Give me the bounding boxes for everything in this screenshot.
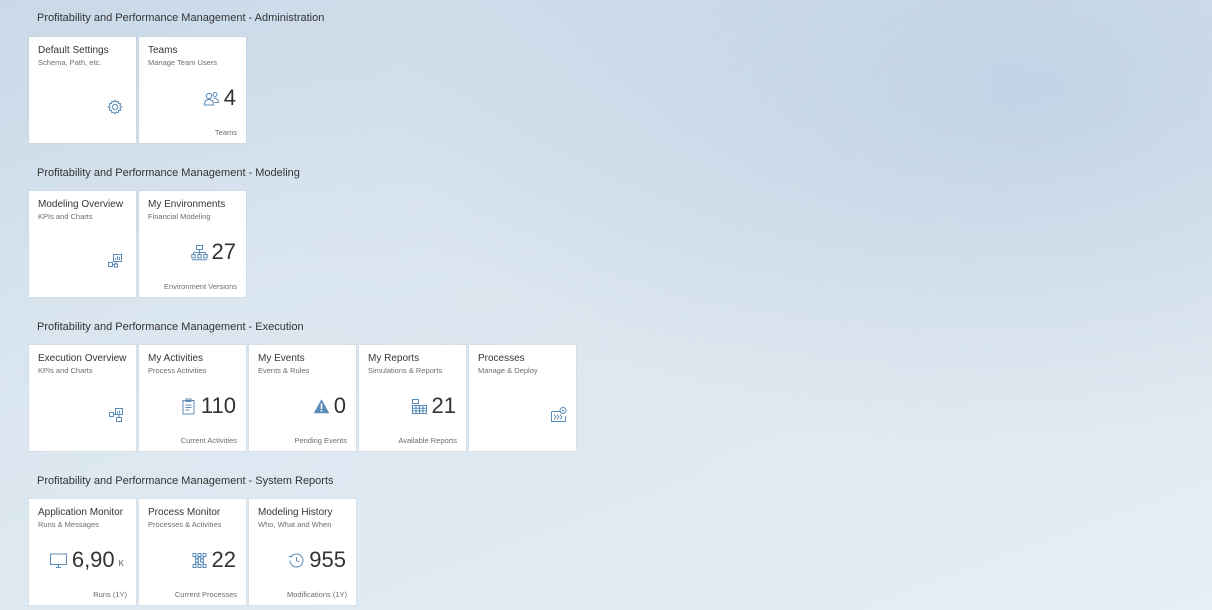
tile-subtitle: KPIs and Charts [38,366,93,375]
tile-my-environments[interactable]: My Environments Financial Modeling 27 En… [139,191,246,297]
history-icon [288,552,305,569]
tile-footer: Environment Versions [164,282,237,291]
tile-title: Processes [478,353,525,364]
kpi-value: 6,90 [71,547,115,572]
overview-chart-icon [107,253,123,269]
kpi-unit: K [118,559,124,568]
tile-title: Execution Overview [38,353,127,364]
kpi: 21 [411,395,456,417]
tile-title: My Environments [148,199,226,210]
network-icon [191,552,208,569]
kpi: 110 [180,395,236,417]
tile-application-monitor[interactable]: Application Monitor Runs & Messages 6,90… [29,499,136,605]
execution-overview-icon [108,407,124,423]
tile-title: Process Monitor [148,507,221,518]
tile-subtitle: Process Activities [148,366,207,375]
tile-title: My Events [258,353,305,364]
tile-my-events[interactable]: My Events Events & Rules 0 Pending Event… [249,345,356,451]
tile-processes[interactable]: Processes Manage & Deploy [469,345,576,451]
launchpad: Profitability and Performance Management… [0,0,1212,610]
tile-my-activities[interactable]: My Activities Process Activities 110 Cur… [139,345,246,451]
tile-title: Application Monitor [38,507,124,518]
tile-title: Teams [148,45,178,56]
kpi-value: 0 [333,393,346,418]
tile-footer: Modifications (1Y) [286,590,347,599]
tile-modeling-history[interactable]: Modeling History Who, What and When 955 … [249,499,356,605]
kpi: 27 [190,239,236,264]
kpi-value: 22 [211,547,236,572]
tile-title: Modeling History [258,507,333,518]
tile-title: My Activities [148,353,204,364]
tile-footer: Current Activities [180,436,237,445]
section-title: Profitability and Performance Management… [37,475,334,487]
tile-default-settings[interactable]: Default Settings Schema, Path, etc. [29,37,136,143]
section-title: Profitability and Performance Management… [37,167,300,179]
tile-footer: Teams [214,128,237,137]
tile-subtitle: KPIs and Charts [38,212,93,221]
kpi-value: 27 [211,239,236,264]
clipboard-icon [180,398,197,415]
tile-footer: Current Processes [174,590,237,599]
tile-title: Modeling Overview [38,199,124,210]
tile-title: My Reports [368,353,420,364]
tile-modeling-overview[interactable]: Modeling Overview KPIs and Charts [29,191,136,297]
tile-subtitle: Who, What and When [258,520,332,529]
tile-subtitle: Schema, Path, etc. [38,58,102,67]
tile-subtitle: Events & Rules [258,366,310,375]
process-deploy-icon [550,406,567,422]
tile-execution-overview[interactable]: Execution Overview KPIs and Charts [29,345,136,451]
kpi-value: 21 [431,393,456,418]
monitor-icon [49,552,68,569]
report-table-icon [411,398,428,415]
tile-subtitle: Manage & Deploy [478,366,538,375]
tile-footer: Runs (1Y) [93,590,127,599]
kpi-value: 110 [200,393,236,418]
warning-icon [313,398,330,415]
tile-my-reports[interactable]: My Reports Simulations & Reports 21 Avai… [359,345,466,451]
kpi: 22 [191,549,236,571]
section-title: Profitability and Performance Management… [37,321,304,333]
kpi: 955 [288,549,346,571]
tile-process-monitor[interactable]: Process Monitor Processes & Activities 2… [139,499,246,605]
group-icon [203,90,220,107]
kpi: 0 [313,395,346,417]
kpi: 6,90 K [49,549,124,571]
tile-subtitle: Runs & Messages [38,520,99,529]
tile-subtitle: Manage Team Users [148,58,218,67]
gear-icon [107,99,123,115]
tile-subtitle: Simulations & Reports [368,366,443,375]
hierarchy-icon [190,244,208,261]
kpi-value: 955 [309,547,346,572]
kpi: 4 [203,87,236,109]
tile-title: Default Settings [38,45,109,56]
kpi-value: 4 [223,85,236,110]
tile-footer: Available Reports [398,436,457,445]
section-title: Profitability and Performance Management… [37,12,325,24]
tile-teams[interactable]: Teams Manage Team Users 4 Teams [139,37,246,143]
tile-subtitle: Financial Modeling [148,212,211,221]
tile-footer: Pending Events [294,436,347,445]
tile-subtitle: Processes & Activities [148,520,222,529]
